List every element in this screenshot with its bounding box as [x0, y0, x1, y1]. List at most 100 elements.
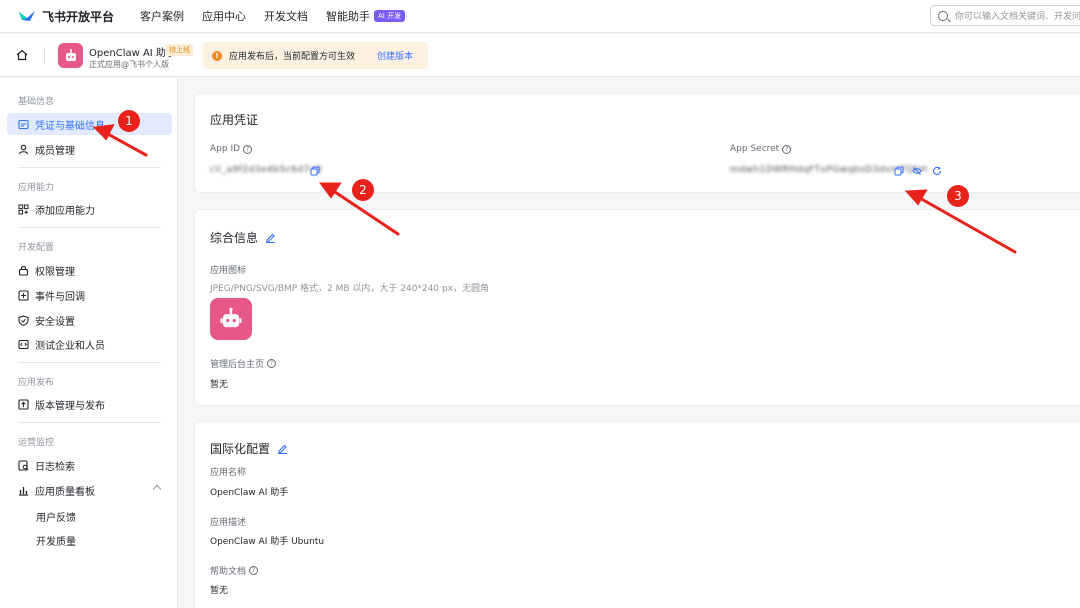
nav-app-center[interactable]: 应用中心 [202, 8, 246, 24]
app-icon-label: 应用图标 [210, 266, 247, 276]
app-secret-label-text: App Secret [730, 144, 780, 154]
status-badge: 待上线 [166, 44, 193, 56]
log-search-icon [18, 459, 29, 471]
sidebar-subitem-dev-quality[interactable]: 开发质量 [36, 533, 76, 548]
sidebar-item-security[interactable]: 安全设置 [7, 309, 172, 331]
sidebar-section-ops: 运营监控 [18, 438, 55, 448]
refresh-icon[interactable] [932, 166, 942, 176]
robot-icon [220, 307, 242, 328]
code-icon [18, 339, 29, 349]
help-doc-value: 暂无 [210, 586, 229, 596]
sidebar-section-capabilities: 应用能力 [18, 183, 55, 193]
notice-text: 应用发布后，当前配置方可生效 [229, 52, 356, 62]
ai-badge: AI 开发 [374, 10, 406, 22]
app-secret-label: App Secret ? [730, 144, 792, 154]
sidebar-item-label: 事件与回调 [35, 291, 85, 303]
app-name: OpenClaw AI 助手 [89, 48, 176, 59]
header-divider [44, 47, 45, 64]
sidebar-item-label: 添加应用能力 [35, 205, 95, 217]
sidebar-item-permissions[interactable]: 权限管理 [7, 259, 172, 281]
brand[interactable]: 飞书开放平台 [18, 8, 114, 25]
sidebar-item-label: 日志检索 [35, 461, 75, 473]
app-desc-label: 应用描述 [210, 518, 247, 528]
help-icon[interactable]: ? [782, 144, 792, 154]
sidebar-item-logs[interactable]: 日志检索 [7, 454, 172, 476]
nav-ai-assistant[interactable]: 智能助手 AI 开发 [326, 8, 406, 24]
brand-name: 飞书开放平台 [42, 9, 115, 24]
user-icon [18, 144, 29, 154]
sidebar-section-dev: 开发配置 [18, 243, 55, 253]
annotation-marker-2: 2 [352, 179, 374, 201]
lock-icon [18, 265, 29, 276]
help-icon[interactable]: ? [267, 359, 277, 368]
home-icon[interactable] [16, 49, 28, 61]
general-info-card: 综合信息 应用图标 JPEG/PNG/SVG/BMP 格式，2 MB 以内，大于… [194, 209, 1080, 406]
help-doc-label-text: 帮助文档 [210, 567, 247, 577]
app-icon-hint: JPEG/PNG/SVG/BMP 格式，2 MB 以内，大于 240*240 p… [210, 284, 490, 294]
sidebar-item-label: 应用质量看板 [35, 486, 95, 498]
sidebar-item-quality-board[interactable]: 应用质量看板 [7, 479, 172, 501]
app-subtitle: 正式应用@飞书个人版 [89, 60, 169, 69]
sidebar-item-versions[interactable]: 版本管理与发布 [7, 393, 172, 415]
publish-notice: ! 应用发布后，当前配置方可生效 创建版本 [203, 42, 428, 69]
copy-icon[interactable] [894, 166, 904, 176]
sidebar: 基础信息 凭证与基础信息 成员管理 应用能力 添加应用能力 开发配置 权限管理 … [0, 78, 178, 608]
credentials-card: 应用凭证 App ID ? cli_a9f2d3e4b5c6d7e8 App S… [194, 93, 1080, 193]
search-input[interactable]: 你可以输入文档关键词、开发问题 [930, 5, 1080, 26]
sidebar-item-label: 凭证与基础信息 [35, 120, 105, 132]
sidebar-divider [18, 362, 161, 363]
homepage-label-text: 管理后台主页 [210, 360, 265, 370]
chevron-up-icon[interactable] [152, 484, 162, 494]
annotation-marker-3: 3 [947, 185, 969, 207]
sidebar-item-test-tenants[interactable]: 测试企业和人员 [7, 333, 172, 355]
app-avatar [58, 43, 83, 68]
edit-icon[interactable] [265, 232, 276, 243]
nav-dev-docs[interactable]: 开发文档 [264, 8, 308, 24]
top-navbar: 飞书开放平台 客户案例 应用中心 开发文档 智能助手 AI 开发 你可以输入文档… [0, 0, 1080, 33]
sidebar-item-label: 权限管理 [35, 266, 75, 278]
i18n-title-text: 国际化配置 [210, 442, 271, 456]
sidebar-item-credentials[interactable]: 凭证与基础信息 [7, 113, 172, 135]
app-id-value: cli_a9f2d3e4b5c6d7e8 [210, 165, 323, 175]
help-icon[interactable]: ? [249, 566, 259, 575]
sidebar-section-release: 应用发布 [18, 378, 55, 388]
event-icon [18, 289, 29, 301]
sidebar-divider [18, 422, 161, 423]
create-version-link[interactable]: 创建版本 [377, 49, 413, 62]
app-name-label: 应用名称 [210, 468, 247, 478]
sidebar-item-events[interactable]: 事件与回调 [7, 284, 172, 306]
i18n-card: 国际化配置 应用名称 OpenClaw AI 助手 应用描述 OpenClaw … [194, 421, 1080, 608]
homepage-label: 管理后台主页 ? [210, 357, 277, 370]
app-icon-preview[interactable] [210, 298, 252, 340]
sidebar-item-label: 成员管理 [35, 145, 75, 157]
homepage-value: 暂无 [210, 380, 229, 390]
nav-ai-assistant-label: 智能助手 [326, 10, 371, 23]
credential-icon [18, 119, 29, 129]
sidebar-section-basic: 基础信息 [18, 97, 55, 107]
edit-icon[interactable] [277, 443, 288, 454]
app-desc-value: OpenClaw AI 助手 Ubuntu [210, 537, 325, 547]
nav-customer-cases[interactable]: 客户案例 [140, 8, 184, 24]
general-title: 综合信息 [210, 229, 276, 246]
credentials-title: 应用凭证 [210, 113, 259, 127]
general-title-text: 综合信息 [210, 231, 259, 245]
sidebar-subitem-feedback[interactable]: 用户反馈 [36, 509, 76, 524]
i18n-title: 国际化配置 [210, 440, 288, 457]
shield-icon [18, 314, 29, 326]
copy-icon[interactable] [310, 166, 320, 176]
help-icon[interactable]: ? [243, 144, 253, 154]
sidebar-item-label: 测试企业和人员 [35, 340, 105, 352]
app-header: OpenClaw AI 助手 待上线 正式应用@飞书个人版 ! 应用发布后，当前… [0, 34, 1080, 77]
warning-icon: ! [212, 50, 222, 61]
sidebar-item-add-capability[interactable]: 添加应用能力 [7, 198, 172, 220]
annotation-marker-1: 1 [118, 110, 140, 132]
sidebar-item-members[interactable]: 成员管理 [7, 138, 172, 160]
app-id-label: App ID ? [210, 144, 253, 154]
sidebar-divider [18, 167, 161, 168]
eye-off-icon[interactable] [912, 166, 922, 176]
sidebar-item-label: 安全设置 [35, 316, 75, 328]
bar-chart-icon [19, 486, 28, 496]
upload-icon [18, 398, 29, 410]
app-id-label-text: App ID [210, 144, 241, 154]
sidebar-item-label: 版本管理与发布 [35, 400, 105, 412]
